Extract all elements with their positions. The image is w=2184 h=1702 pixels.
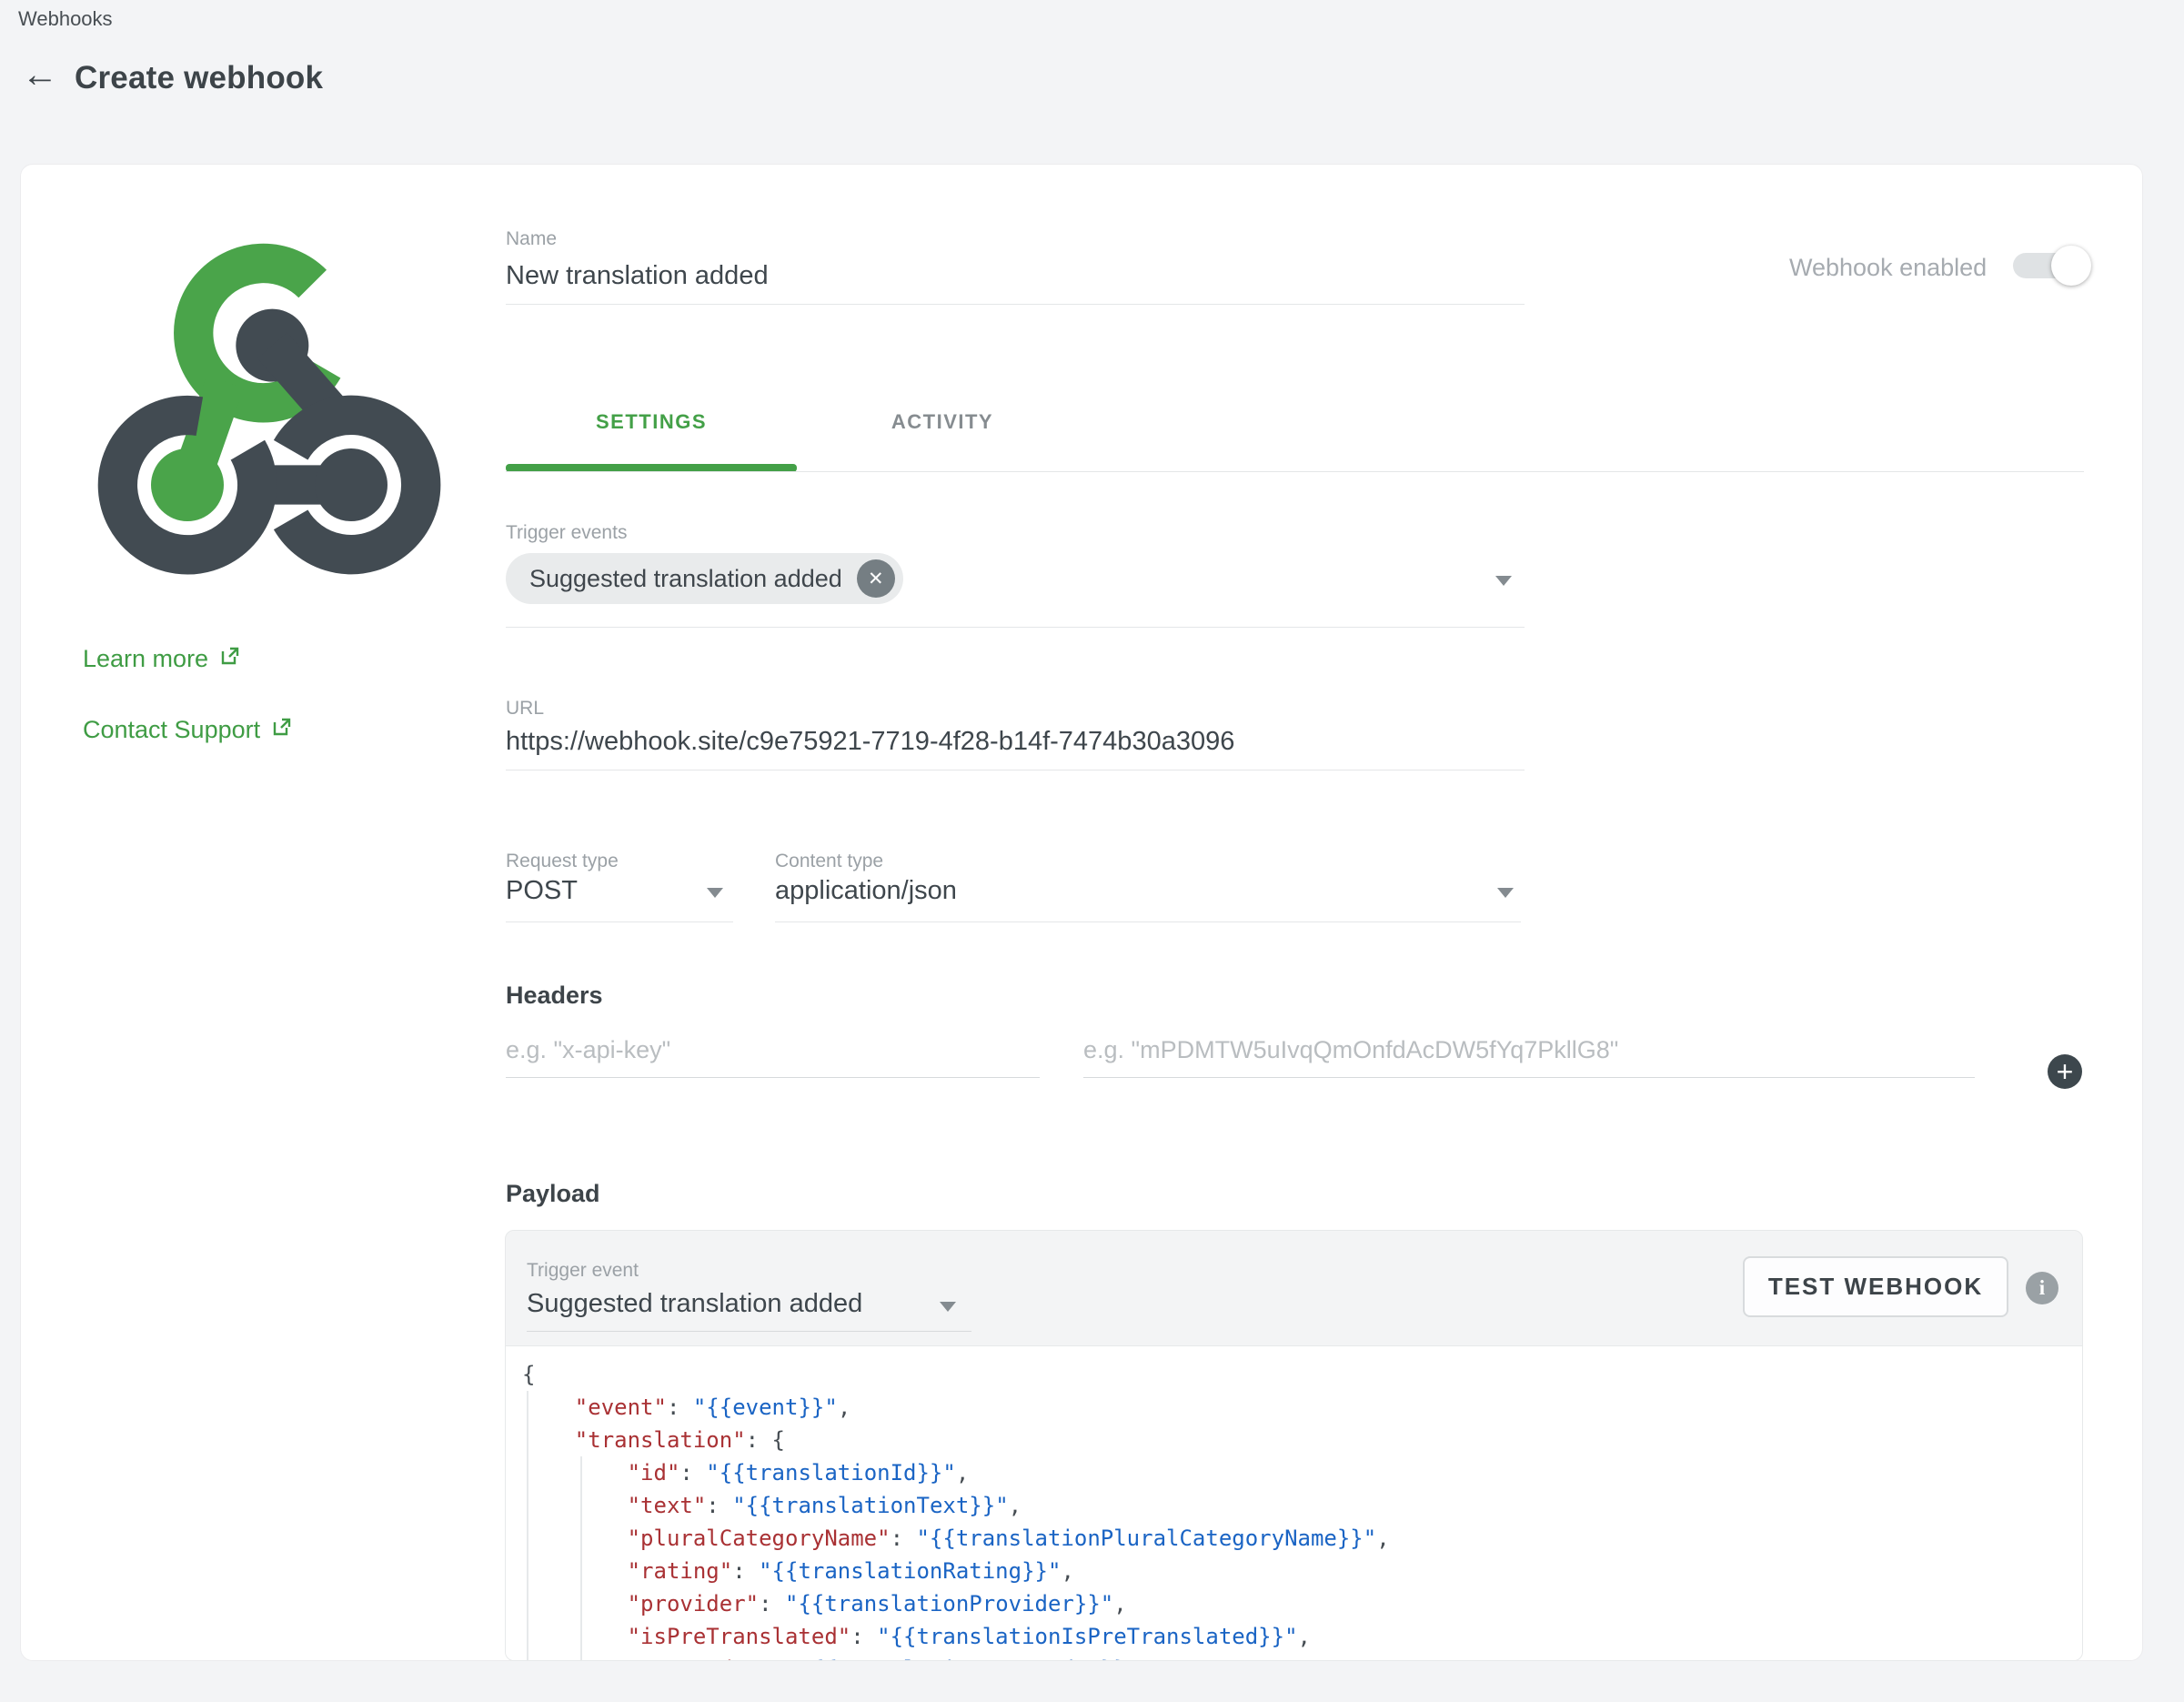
- content-type-underline: [775, 921, 1521, 922]
- headers-title: Headers: [506, 982, 603, 1010]
- learn-more-link[interactable]: Learn more: [83, 645, 241, 673]
- payload-trigger-event-dropdown-arrow-icon[interactable]: [940, 1302, 956, 1312]
- learn-more-label: Learn more: [83, 645, 208, 673]
- toggle-thumb: [2051, 246, 2091, 286]
- name-label: Name: [506, 228, 557, 250]
- code-line: "text": "{{translationText}}",: [522, 1489, 2082, 1522]
- code-indent-guide: [527, 1391, 528, 1660]
- code-line: "event": "{{event}}",: [522, 1391, 2082, 1424]
- content-type-select[interactable]: application/json: [775, 876, 957, 906]
- chip-label: Suggested translation added: [529, 565, 842, 593]
- content-type-dropdown-arrow-icon[interactable]: [1497, 888, 1514, 898]
- logo-node-green: [151, 448, 224, 521]
- code-line: "translation": {: [522, 1424, 2082, 1456]
- breadcrumb[interactable]: Webhooks: [18, 7, 113, 31]
- code-line: "rating": "{{translationRating}}",: [522, 1555, 2082, 1587]
- contact-support-link[interactable]: Contact Support: [83, 716, 293, 744]
- code-line: "pluralCategoryName": "{{translationPlur…: [522, 1522, 2082, 1555]
- request-type-label: Request type: [506, 851, 619, 872]
- test-webhook-button[interactable]: TEST WEBHOOK: [1743, 1256, 2008, 1317]
- contact-support-label: Contact Support: [83, 716, 260, 744]
- trigger-events-underline: [506, 627, 1525, 628]
- tab-settings[interactable]: SETTINGS: [506, 410, 797, 434]
- trigger-events-dropdown-arrow-icon[interactable]: [1495, 576, 1512, 586]
- payload-trigger-event-select[interactable]: Suggested translation added: [527, 1289, 862, 1319]
- trigger-event-chip[interactable]: Suggested translation added ✕: [506, 553, 903, 604]
- code-line: "isPreTranslated": "{{translationIsPreTr…: [522, 1620, 2082, 1653]
- payload-panel: Trigger event Suggested translation adde…: [505, 1230, 2083, 1661]
- payload-code[interactable]: { "event": "{{event}}", "translation": {…: [506, 1345, 2082, 1660]
- name-input[interactable]: [506, 261, 1525, 305]
- code-line: "createdAt": "{{translationCreatedAt}}",: [522, 1653, 2082, 1661]
- payload-trigger-event-label: Trigger event: [527, 1260, 639, 1282]
- content-type-label: Content type: [775, 851, 883, 872]
- create-webhook-screen: Webhooks ← Create webhook Learn more: [0, 0, 2184, 1702]
- trigger-events-label: Trigger events: [506, 522, 627, 544]
- back-button[interactable]: ←: [22, 56, 58, 93]
- code-line: "provider": "{{translationProvider}}",: [522, 1587, 2082, 1620]
- code-line: {: [522, 1358, 2082, 1391]
- header-key-input[interactable]: [506, 1036, 1040, 1078]
- chip-remove-icon[interactable]: ✕: [857, 559, 895, 598]
- tab-activity[interactable]: ACTIVITY: [797, 410, 1088, 434]
- page-title: Create webhook: [75, 60, 323, 96]
- url-label: URL: [506, 698, 544, 720]
- request-type-select[interactable]: POST: [506, 876, 578, 906]
- payload-title: Payload: [506, 1180, 600, 1208]
- tabs-divider: [506, 471, 2084, 472]
- add-header-button[interactable]: +: [2048, 1054, 2082, 1089]
- code-line: "id": "{{translationId}}",: [522, 1456, 2082, 1489]
- webhook-enabled-toggle[interactable]: [2013, 253, 2086, 278]
- external-link-icon: [219, 645, 241, 673]
- url-input[interactable]: [506, 727, 1525, 770]
- header-value-input[interactable]: [1083, 1036, 1975, 1078]
- request-type-dropdown-arrow-icon[interactable]: [707, 888, 723, 898]
- request-type-underline: [506, 921, 733, 922]
- code-indent-guide: [580, 1456, 582, 1660]
- info-icon[interactable]: i: [2026, 1272, 2058, 1304]
- webhook-enabled-label: Webhook enabled: [1789, 254, 1987, 282]
- webhook-logo: [87, 230, 451, 594]
- external-link-icon: [271, 716, 293, 744]
- payload-trigger-event-underline: [527, 1331, 971, 1332]
